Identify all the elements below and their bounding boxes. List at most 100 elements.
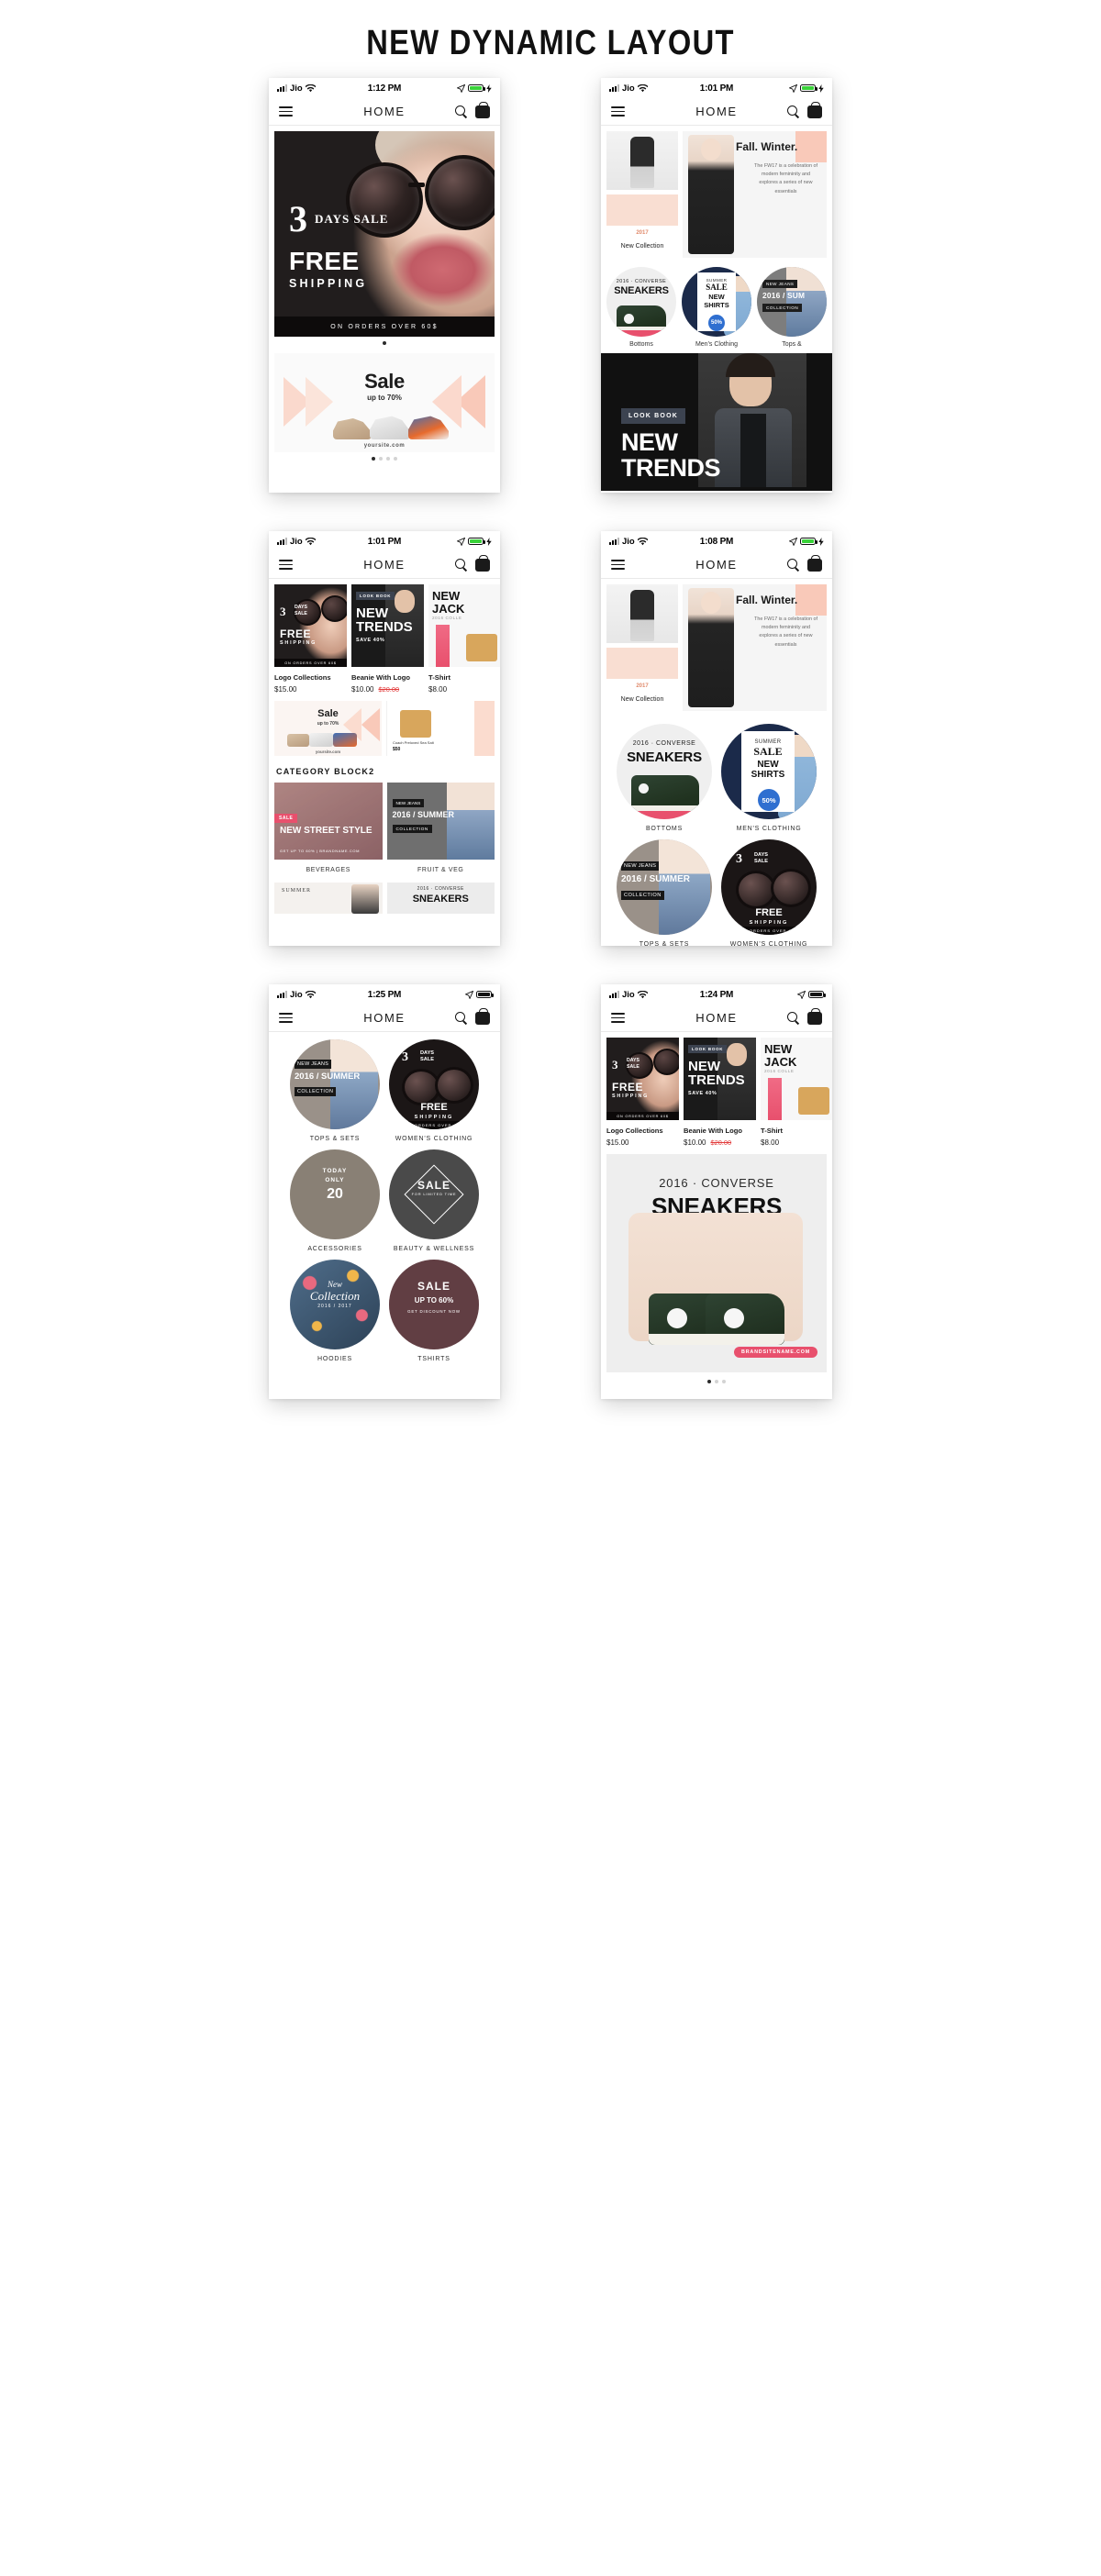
status-left: Jio bbox=[609, 83, 700, 94]
hero-banner-free-shipping[interactable]: 3 DAYS SALE FREE SHIPPING ON ORDERS OVER… bbox=[274, 131, 495, 337]
side-product-card[interactable]: Coach Preloved Sea Salt $50 bbox=[386, 701, 495, 756]
shopping-bag-icon[interactable] bbox=[807, 1007, 822, 1025]
product-card[interactable]: 3 DAYS SALE FREE SHIPPING ON ORDERS OVER … bbox=[274, 584, 347, 694]
feature-peach-corner bbox=[795, 131, 827, 162]
product-card[interactable]: LOOK BOOK NEW TRENDS SAVE 40% Beanie With… bbox=[351, 584, 424, 694]
sneaker-title: SNEAKERS bbox=[627, 749, 702, 765]
category-item-bottoms[interactable]: 2016 · CONVERSE SNEAKERS Bottoms bbox=[606, 267, 676, 348]
promo-days: DAYS bbox=[420, 1050, 435, 1056]
jeans-sub: COLLECTION bbox=[762, 304, 803, 312]
phone-4-screen: 2017 New Collection Fall. Winter. The FW… bbox=[601, 579, 832, 946]
product-card[interactable]: NEW JACK 2016 COLLE T-Shirt $8.00 bbox=[428, 584, 500, 694]
category-card-fruit-veg[interactable]: NEW JEANS 2016 / SUMMER COLLECTION FRUIT… bbox=[386, 783, 495, 879]
category-item-womens-clothing[interactable]: 3 DAYS SALE FREE SHIPPING ON ORDERS OVER … bbox=[389, 1039, 479, 1142]
lookbook-tag: LOOK BOOK bbox=[356, 592, 395, 600]
lookbook-banner[interactable]: LOOK BOOK NEW TRENDS bbox=[601, 353, 832, 491]
hero-carousel-dots[interactable] bbox=[269, 337, 500, 348]
product-card[interactable]: LOOK BOOK NEW TRENDS SAVE 40% Beanie With… bbox=[684, 1038, 756, 1147]
promo-line1: New bbox=[327, 1280, 342, 1289]
category-image-accessories: TODAY ONLY 20 bbox=[290, 1149, 380, 1239]
shopping-bag-icon[interactable] bbox=[475, 1007, 490, 1025]
carrier-label: Jio bbox=[622, 536, 635, 547]
shirt-title: NEW SHIRTS bbox=[751, 760, 785, 780]
hamburger-menu-icon[interactable] bbox=[279, 560, 293, 570]
shopping-bag-icon[interactable] bbox=[807, 101, 822, 118]
search-icon[interactable] bbox=[787, 1012, 799, 1024]
search-icon[interactable] bbox=[455, 1012, 467, 1024]
category-label: TOPS & SETS bbox=[639, 941, 690, 946]
sale-brand-label: yoursite.com bbox=[315, 749, 341, 754]
search-icon[interactable] bbox=[787, 105, 799, 117]
sale-carousel-dots[interactable] bbox=[269, 452, 500, 463]
hamburger-menu-icon[interactable] bbox=[279, 1013, 293, 1023]
converse-carousel-dots[interactable] bbox=[601, 1372, 832, 1387]
category-item-tops-sets[interactable]: NEW JEANS 2016 / SUMMER COLLECTION TOPS … bbox=[290, 1039, 380, 1142]
product-card[interactable]: NEW JACK 2016 COLLE T-Shirt $8.00 bbox=[761, 1038, 832, 1147]
jeans-title: 2016 / SUM bbox=[762, 291, 806, 300]
search-icon[interactable] bbox=[455, 559, 467, 571]
shopping-bag-icon[interactable] bbox=[807, 554, 822, 572]
hamburger-menu-icon[interactable] bbox=[611, 560, 625, 570]
category-item-tops-sets[interactable]: NEW JEANS 2016 / SUMMER COLLECTION TOPS … bbox=[617, 839, 712, 946]
hamburger-menu-icon[interactable] bbox=[611, 1013, 625, 1023]
shoe-image-1 bbox=[333, 418, 372, 439]
category-item-mens-clothing[interactable]: SUMMER SALE NEW SHIRTS 50% MEN'S CLOTHIN… bbox=[721, 724, 817, 832]
promo-footer: ON ORDERS OVER 60$ bbox=[389, 1121, 479, 1129]
sale-strip-card[interactable]: Sale up to 70% yoursite.com bbox=[274, 701, 382, 756]
hamburger-menu-icon[interactable] bbox=[611, 106, 625, 117]
category-image-street-style: SALE NEW STREET STYLE GET UP TO 60% | BR… bbox=[274, 783, 383, 860]
collage-left-column: 2017 New Collection bbox=[606, 131, 678, 258]
promo-line1: TODAY bbox=[322, 1168, 348, 1174]
category-item-tops[interactable]: NEW JEANS 2016 / SUM COLLECTION Tops & bbox=[757, 267, 827, 348]
carrier-label: Jio bbox=[622, 989, 635, 1000]
feature-model-image bbox=[688, 135, 734, 254]
carrier-label: Jio bbox=[290, 83, 303, 94]
tops-title: 2016 / SUMMER bbox=[295, 1071, 361, 1082]
category-item-hoodies[interactable]: New Collection 2016 / 2017 HOODIES bbox=[290, 1260, 380, 1362]
hamburger-menu-icon[interactable] bbox=[279, 106, 293, 117]
category-item-accessories[interactable]: TODAY ONLY 20 ACCESSORIES bbox=[290, 1149, 380, 1252]
collage-left-column: 2017 New Collection bbox=[606, 584, 678, 711]
category-item-beauty-wellness[interactable]: SALE FOR LIMITED TIME BEAUTY & WELLNESS bbox=[389, 1149, 479, 1252]
mockup-row-2: Jio 1:01 PM HOME 3 DAYS SALE FREE SHIPPI… bbox=[0, 531, 1101, 946]
collage-model-thumb[interactable] bbox=[606, 584, 678, 643]
category-card-peek-left[interactable]: SUMMER bbox=[274, 883, 383, 914]
promo-headline: NEW TRENDS bbox=[688, 1060, 745, 1088]
product-old-price: $20.00 bbox=[378, 685, 400, 694]
shirt-sale: SALE bbox=[753, 745, 783, 758]
category-item-womens-clothing[interactable]: 3 DAYS SALE FREE SHIPPING ON ORDERS OVER … bbox=[721, 839, 817, 946]
category-item-mens-clothing[interactable]: SUMMER SALE NEW SHIRTS 50% Men's Clothin… bbox=[682, 267, 751, 348]
category-circle-strip[interactable]: 2016 · CONVERSE SNEAKERS Bottoms SUMMER … bbox=[601, 263, 832, 348]
clock: 1:01 PM bbox=[367, 536, 402, 547]
collage-model-thumb[interactable] bbox=[606, 131, 678, 190]
sale-carousel-card[interactable]: Sale up to 70% yoursite.com bbox=[274, 353, 495, 452]
phone-1-screen: 3 DAYS SALE FREE SHIPPING ON ORDERS OVER… bbox=[269, 126, 500, 463]
peek-model bbox=[350, 884, 379, 914]
product-card[interactable]: 3 DAYS SALE FREE SHIPPING ON ORDERS OVER … bbox=[606, 1038, 679, 1147]
category-card-peek-right[interactable]: 2016 · CONVERSE SNEAKERS bbox=[386, 883, 495, 914]
category-image-tshirts: SALE UP TO 60% GET DISCOUNT NOW bbox=[389, 1260, 479, 1349]
lookbook-shirt bbox=[740, 414, 766, 487]
search-icon[interactable] bbox=[455, 105, 467, 117]
product-image-logo-collections: 3 DAYS SALE FREE SHIPPING ON ORDERS OVER … bbox=[274, 584, 347, 667]
category-card-beverages[interactable]: SALE NEW STREET STYLE GET UP TO 60% | BR… bbox=[274, 783, 383, 879]
promo-footer: ON ORDERS OVER 60$ bbox=[274, 659, 347, 667]
promo-sale: SALE bbox=[417, 1280, 450, 1293]
status-right bbox=[401, 990, 494, 999]
category-block2-row: SALE NEW STREET STYLE GET UP TO 60% | BR… bbox=[269, 783, 500, 879]
promo-line3: 2016 COLLE bbox=[764, 1069, 795, 1073]
collage-feature-card[interactable]: Fall. Winter. The FW17 is a celebration … bbox=[683, 584, 827, 711]
lookbook-tag: LOOK BOOK bbox=[621, 408, 685, 424]
product-name: T-Shirt bbox=[761, 1127, 784, 1135]
search-icon[interactable] bbox=[787, 559, 799, 571]
status-left: Jio bbox=[277, 537, 368, 547]
shopping-bag-icon[interactable] bbox=[475, 101, 490, 118]
collage-feature-card[interactable]: Fall. Winter. The FW17 is a celebration … bbox=[683, 131, 827, 258]
status-right bbox=[401, 537, 492, 546]
category-item-tshirts[interactable]: SALE UP TO 60% GET DISCOUNT NOW TSHIRTS bbox=[389, 1260, 479, 1362]
converse-hero-banner[interactable]: 2016 · CONVERSE SNEAKERS BRANDSITENAME.C… bbox=[606, 1154, 827, 1372]
promo-days: DAYS bbox=[627, 1058, 639, 1063]
shopping-bag-icon[interactable] bbox=[475, 554, 490, 572]
location-arrow-icon bbox=[457, 83, 465, 93]
category-item-bottoms[interactable]: 2016 · CONVERSE SNEAKERS BOTTOMS bbox=[617, 724, 712, 832]
